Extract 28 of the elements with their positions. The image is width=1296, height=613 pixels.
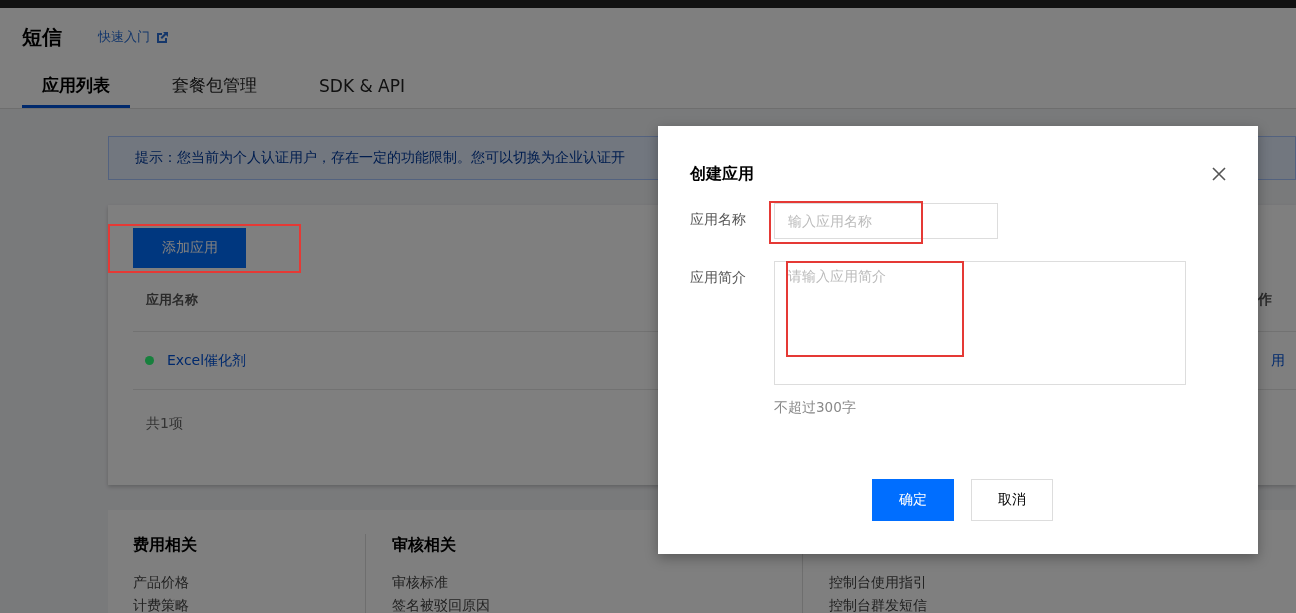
notice-text: 提示：您当前为个人认证用户，存在一定的功能限制。您可以切换为企业认证开 [135,149,625,167]
help-link[interactable]: 签名被驳回原因 [392,595,624,613]
external-link-icon [156,30,169,44]
action-link[interactable]: 用 [1271,351,1285,370]
app-name-link[interactable]: Excel催化剂 [167,351,247,370]
help-link[interactable]: 计费策略 [133,595,365,613]
section-heading: 费用相关 [133,534,198,556]
field-label: 应用名称 [690,210,747,229]
field-label: 应用简介 [690,268,747,287]
tab[interactable]: SDK & API [299,66,425,108]
dialog-title: 创建应用 [690,163,754,185]
column-header: 作 [1258,290,1272,309]
quick-start-link[interactable]: 快速入门 [98,28,169,46]
confirm-button[interactable]: 确定 [871,479,954,521]
column-header: 应用名称 [145,290,198,309]
close-icon[interactable] [1212,167,1226,181]
help-link[interactable]: 控制台使用指引 [829,572,1061,592]
cancel-button[interactable]: 取消 [970,479,1053,521]
page-title: 短信 [22,23,62,51]
help-link[interactable]: 产品价格 [133,572,365,592]
section-heading: 审核相关 [392,534,457,556]
help-link[interactable]: 审核标准 [392,572,624,592]
tab[interactable]: 套餐包管理 [152,66,277,108]
help-link[interactable]: 控制台群发短信 [829,595,1061,613]
tab[interactable]: 应用列表 [22,66,130,108]
field-hint: 不超过300字 [774,399,857,417]
total-count: 共1项 [145,415,183,433]
add-app-button[interactable]: 添加应用 [133,228,246,268]
